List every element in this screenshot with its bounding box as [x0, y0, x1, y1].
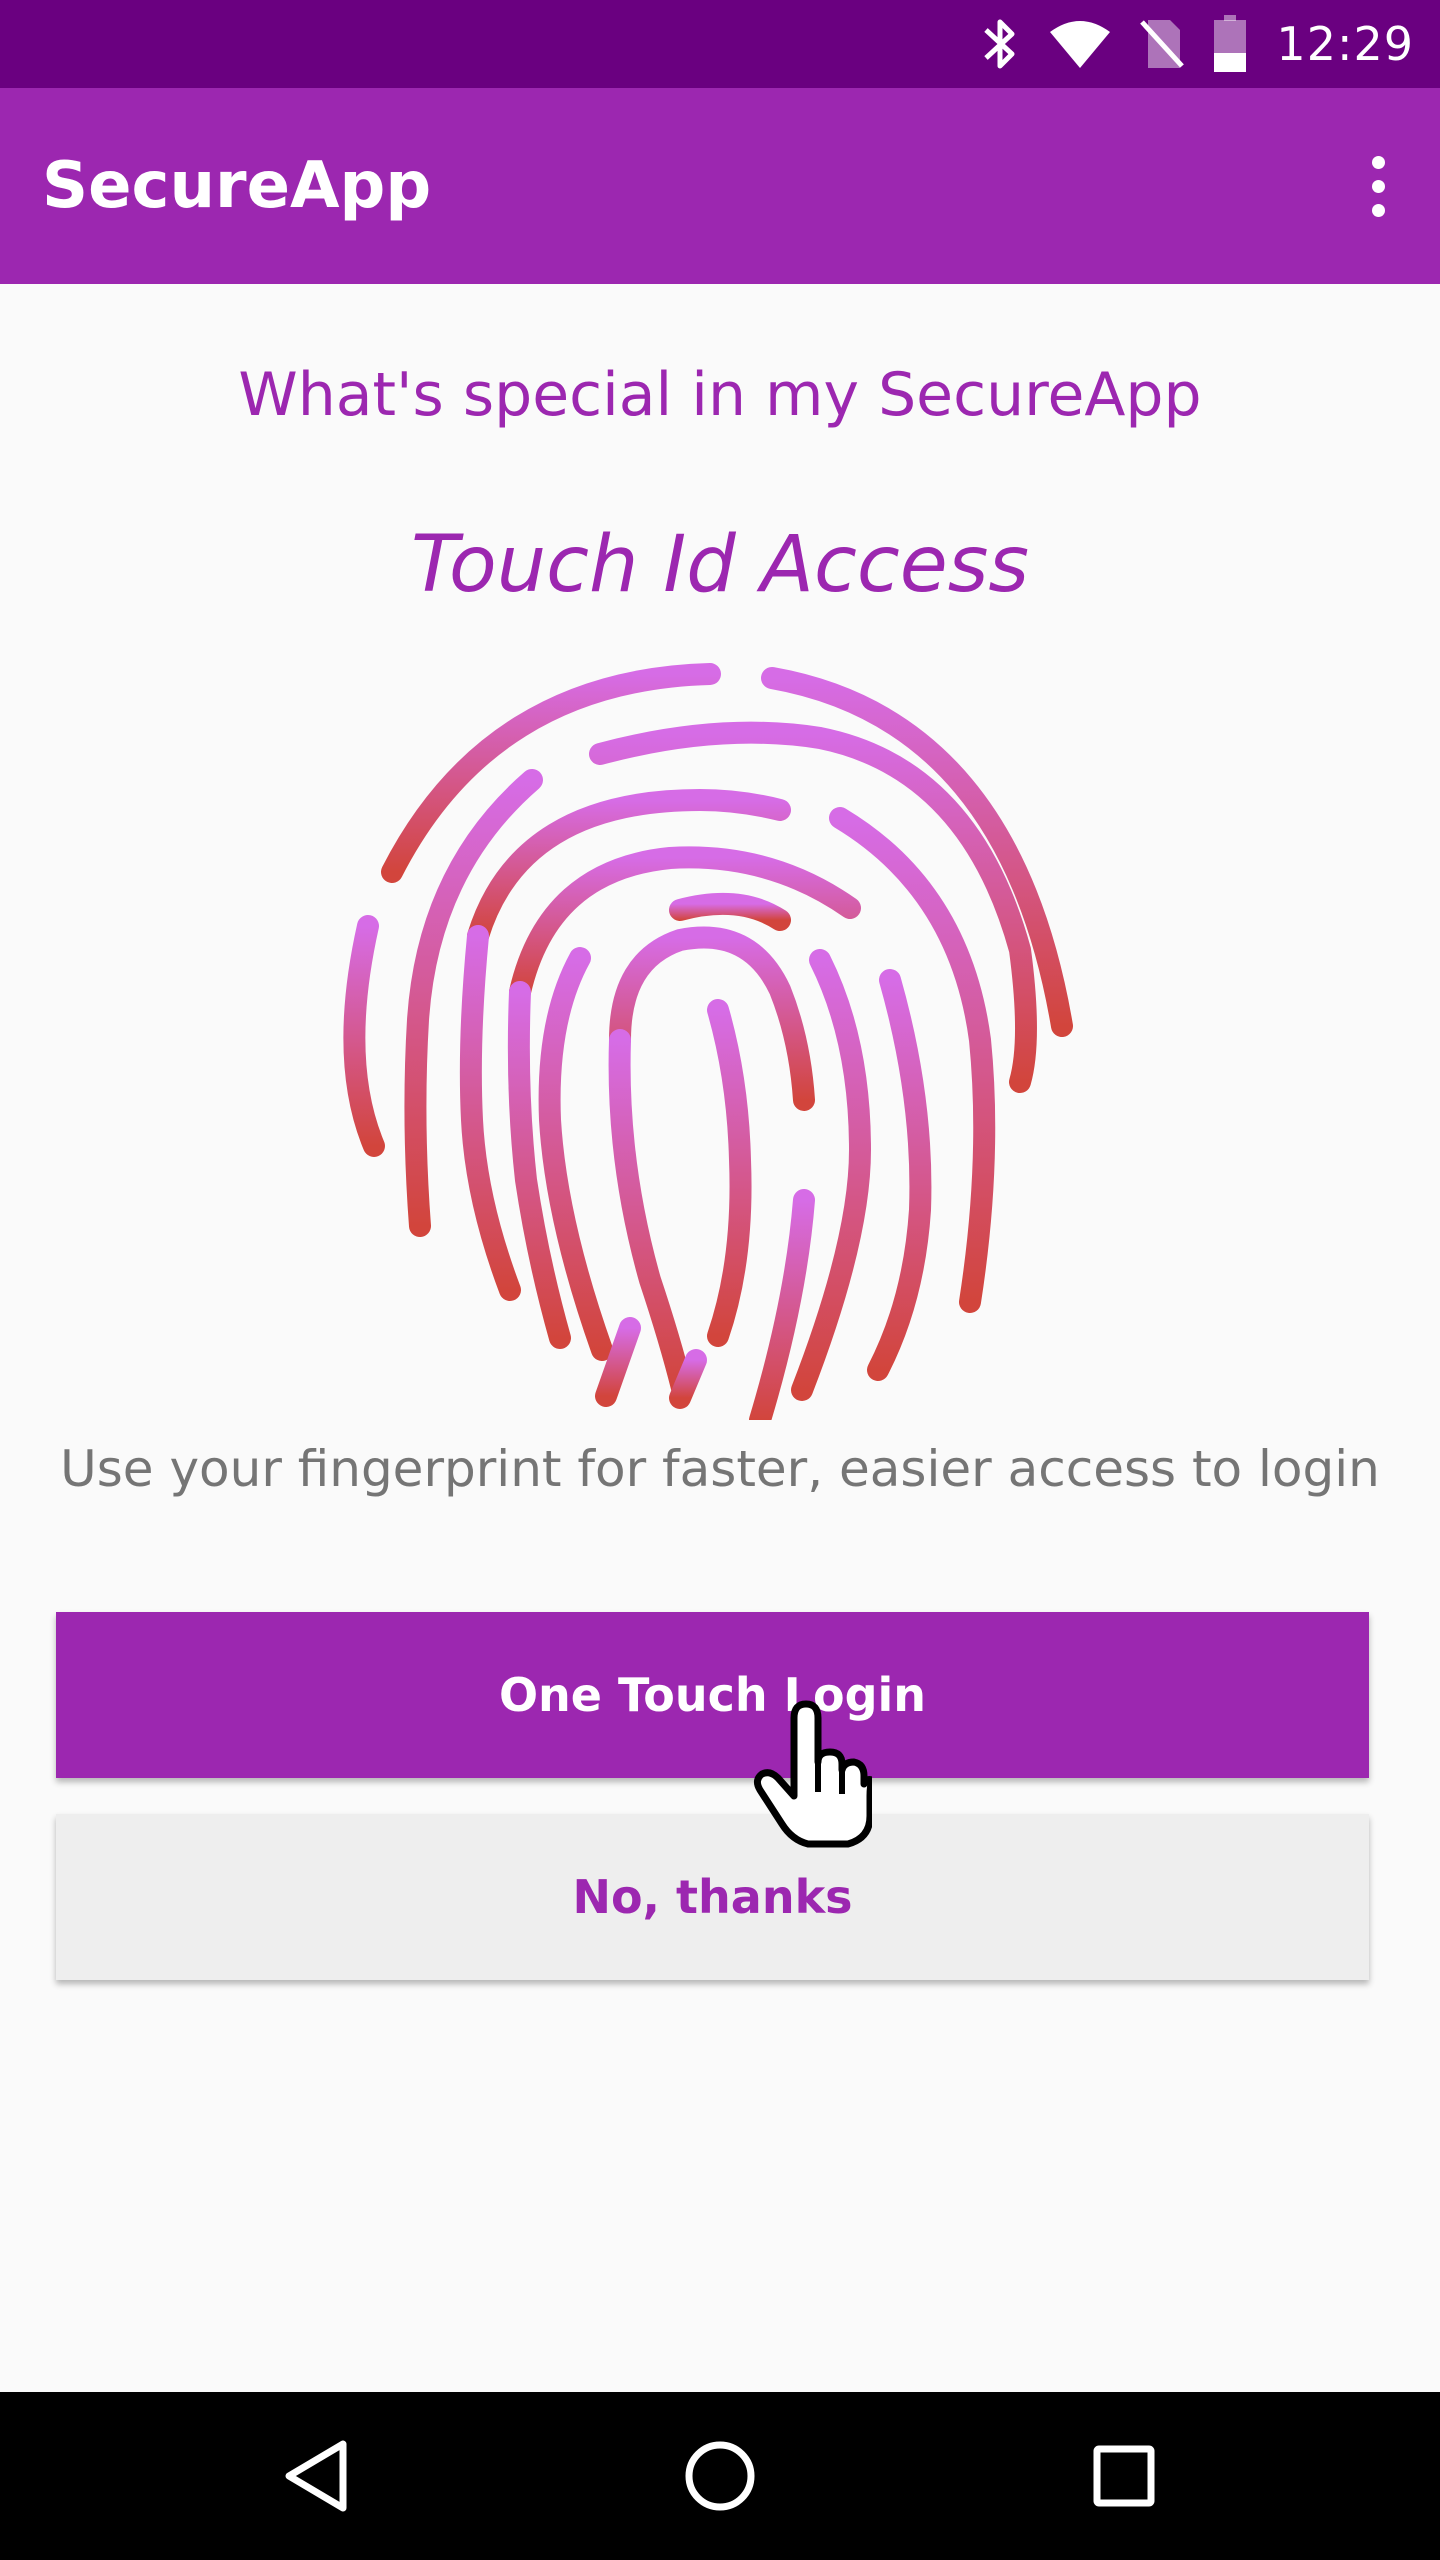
status-bar: 12:29: [0, 0, 1440, 88]
recents-icon[interactable]: [1064, 2416, 1184, 2536]
more-vert-icon[interactable]: [1346, 138, 1410, 234]
hand-pointer-icon: [752, 1700, 876, 1848]
headline: What's special in my SecureApp: [238, 360, 1202, 430]
back-icon[interactable]: [256, 2416, 376, 2536]
battery-icon: [1212, 15, 1248, 73]
status-time: 12:29: [1276, 17, 1414, 71]
app-bar: SecureApp: [0, 88, 1440, 284]
feature-title: Touch Id Access: [411, 520, 1029, 610]
menu-dot: [1371, 203, 1385, 217]
status-icons: 12:29: [980, 0, 1414, 88]
navigation-bar: [0, 2392, 1440, 2560]
no-sim-icon: [1140, 16, 1185, 72]
home-icon[interactable]: [660, 2416, 780, 2536]
one-touch-login-button[interactable]: One Touch Login: [56, 1612, 1369, 1778]
menu-dot: [1371, 179, 1385, 193]
no-thanks-button[interactable]: No, thanks: [56, 1814, 1369, 1980]
menu-dot: [1371, 155, 1385, 169]
fingerprint-icon: [320, 640, 1120, 1431]
description: Use your fingerprint for faster, easier …: [60, 1440, 1380, 1498]
wifi-icon: [1048, 18, 1112, 70]
bluetooth-icon: [980, 16, 1020, 72]
app-title: SecureApp: [42, 149, 432, 223]
